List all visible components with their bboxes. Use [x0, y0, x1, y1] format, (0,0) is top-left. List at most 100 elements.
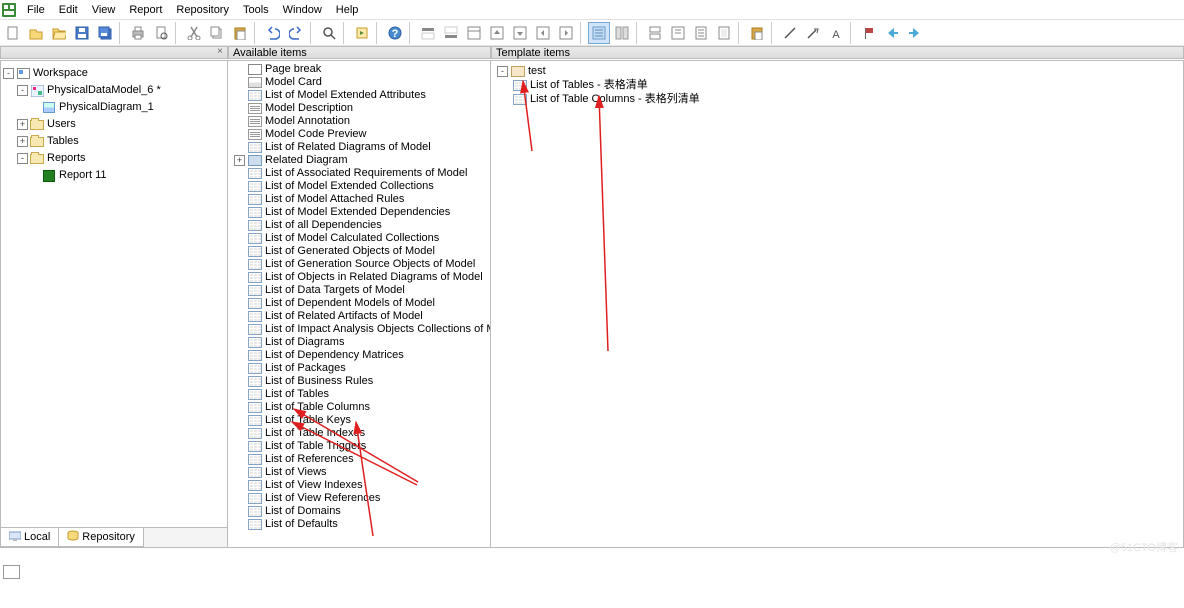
available-item[interactable]: List of Related Artifacts of Model	[230, 310, 490, 323]
menu-tools[interactable]: Tools	[236, 2, 276, 18]
new-button[interactable]	[2, 22, 24, 44]
workspace-node[interactable]: PhysicalDiagram_1	[3, 99, 225, 116]
template-items-tree[interactable]: - test List of Tables - 表格清单List of Tabl…	[491, 61, 1183, 109]
menu-window[interactable]: Window	[276, 2, 329, 18]
template-root[interactable]: - test	[493, 64, 1181, 78]
section-add-button[interactable]	[463, 22, 485, 44]
tab-repository[interactable]: Repository	[58, 528, 144, 547]
arrow-tool-button[interactable]	[802, 22, 824, 44]
page-setup-button[interactable]	[713, 22, 735, 44]
available-item[interactable]: List of Views	[230, 466, 490, 479]
back-arrow-button[interactable]	[881, 22, 903, 44]
footer-toggle-button[interactable]	[440, 22, 462, 44]
available-item[interactable]: List of Associated Requirements of Model	[230, 167, 490, 180]
workspace-close-icon[interactable]: ×	[215, 47, 225, 57]
paste-button[interactable]	[229, 22, 251, 44]
available-item[interactable]: List of View References	[230, 492, 490, 505]
available-item[interactable]: List of Tables	[230, 388, 490, 401]
forward-arrow-button[interactable]	[904, 22, 926, 44]
available-item[interactable]: List of Table Columns	[230, 401, 490, 414]
status-bar-tab[interactable]	[3, 565, 20, 579]
menu-help[interactable]: Help	[329, 2, 366, 18]
available-item[interactable]: List of Objects in Related Diagrams of M…	[230, 271, 490, 284]
expand-icon[interactable]: +	[234, 155, 245, 166]
outdent-button[interactable]	[532, 22, 554, 44]
save-button[interactable]	[71, 22, 93, 44]
redo-button[interactable]	[285, 22, 307, 44]
copy-button[interactable]	[206, 22, 228, 44]
available-item[interactable]: List of Model Calculated Collections	[230, 232, 490, 245]
menu-file[interactable]: File	[20, 2, 52, 18]
available-item[interactable]: List of Impact Analysis Objects Collecti…	[230, 323, 490, 336]
template-item[interactable]: List of Table Columns - 表格列清单	[493, 92, 1181, 106]
help-button[interactable]: ?	[384, 22, 406, 44]
available-item[interactable]: +Related Diagram	[230, 154, 490, 167]
find-button[interactable]	[318, 22, 340, 44]
available-item[interactable]: List of Generated Objects of Model	[230, 245, 490, 258]
available-item[interactable]: List of Diagrams	[230, 336, 490, 349]
menu-repository[interactable]: Repository	[169, 2, 236, 18]
menu-view[interactable]: View	[85, 2, 123, 18]
available-item[interactable]: List of Domains	[230, 505, 490, 518]
cut-button[interactable]	[183, 22, 205, 44]
available-item[interactable]: List of Table Triggers	[230, 440, 490, 453]
available-item[interactable]: List of Business Rules	[230, 375, 490, 388]
available-item[interactable]: List of Model Extended Dependencies	[230, 206, 490, 219]
header-toggle-button[interactable]	[417, 22, 439, 44]
workspace-node[interactable]: +Tables	[3, 133, 225, 150]
expand-icon[interactable]: -	[497, 66, 508, 77]
available-item[interactable]: Page break	[230, 63, 490, 76]
workspace-node[interactable]: +Users	[3, 116, 225, 133]
workspace-node[interactable]: Report 11	[3, 167, 225, 184]
available-item[interactable]: List of Packages	[230, 362, 490, 375]
available-item[interactable]: Model Card	[230, 76, 490, 89]
paste-report-button[interactable]	[746, 22, 768, 44]
insert-item-button[interactable]	[667, 22, 689, 44]
available-item[interactable]: List of Table Indexes	[230, 427, 490, 440]
flag-button[interactable]	[858, 22, 880, 44]
available-item[interactable]: List of Dependency Matrices	[230, 349, 490, 362]
generate-button[interactable]	[351, 22, 373, 44]
available-item[interactable]: List of Dependent Models of Model	[230, 297, 490, 310]
properties-button[interactable]	[690, 22, 712, 44]
open-button[interactable]	[25, 22, 47, 44]
available-item[interactable]: List of Related Diagrams of Model	[230, 141, 490, 154]
expand-icon[interactable]: +	[17, 119, 28, 130]
view-mode-1-button[interactable]	[588, 22, 610, 44]
available-item[interactable]: Model Annotation	[230, 115, 490, 128]
workspace-node[interactable]: -Reports	[3, 150, 225, 167]
available-item[interactable]: List of Defaults	[230, 518, 490, 531]
save-all-button[interactable]	[94, 22, 116, 44]
line-tool-button[interactable]	[779, 22, 801, 44]
available-item[interactable]: List of View Indexes	[230, 479, 490, 492]
workspace-node[interactable]: -PhysicalDataModel_6 *	[3, 82, 225, 99]
view-mode-2-button[interactable]	[611, 22, 633, 44]
expand-icon[interactable]: -	[17, 153, 28, 164]
expand-icon[interactable]: +	[17, 136, 28, 147]
available-item[interactable]: Model Code Preview	[230, 128, 490, 141]
expand-icon[interactable]: -	[17, 85, 28, 96]
available-item[interactable]: List of Generation Source Objects of Mod…	[230, 258, 490, 271]
expand-icon[interactable]: -	[3, 68, 14, 79]
move-down-button[interactable]	[509, 22, 531, 44]
menu-report[interactable]: Report	[122, 2, 169, 18]
available-item[interactable]: List of Model Extended Collections	[230, 180, 490, 193]
text-tool-button[interactable]: A	[825, 22, 847, 44]
workspace-tree[interactable]: - Workspace -PhysicalDataModel_6 *Physic…	[1, 61, 227, 527]
print-button[interactable]	[127, 22, 149, 44]
template-item[interactable]: List of Tables - 表格清单	[493, 78, 1181, 92]
menu-edit[interactable]: Edit	[52, 2, 85, 18]
available-item[interactable]: List of Data Targets of Model	[230, 284, 490, 297]
tab-local[interactable]: Local	[1, 528, 59, 547]
move-up-button[interactable]	[486, 22, 508, 44]
available-item[interactable]: List of Table Keys	[230, 414, 490, 427]
workspace-root[interactable]: - Workspace	[3, 65, 225, 82]
available-items-tree[interactable]: Page breakModel CardList of Model Extend…	[228, 61, 490, 547]
available-item[interactable]: Model Description	[230, 102, 490, 115]
available-item[interactable]: List of Model Attached Rules	[230, 193, 490, 206]
available-item[interactable]: List of all Dependencies	[230, 219, 490, 232]
print-preview-button[interactable]	[150, 22, 172, 44]
page-break-button[interactable]	[644, 22, 666, 44]
indent-button[interactable]	[555, 22, 577, 44]
available-item[interactable]: List of Model Extended Attributes	[230, 89, 490, 102]
